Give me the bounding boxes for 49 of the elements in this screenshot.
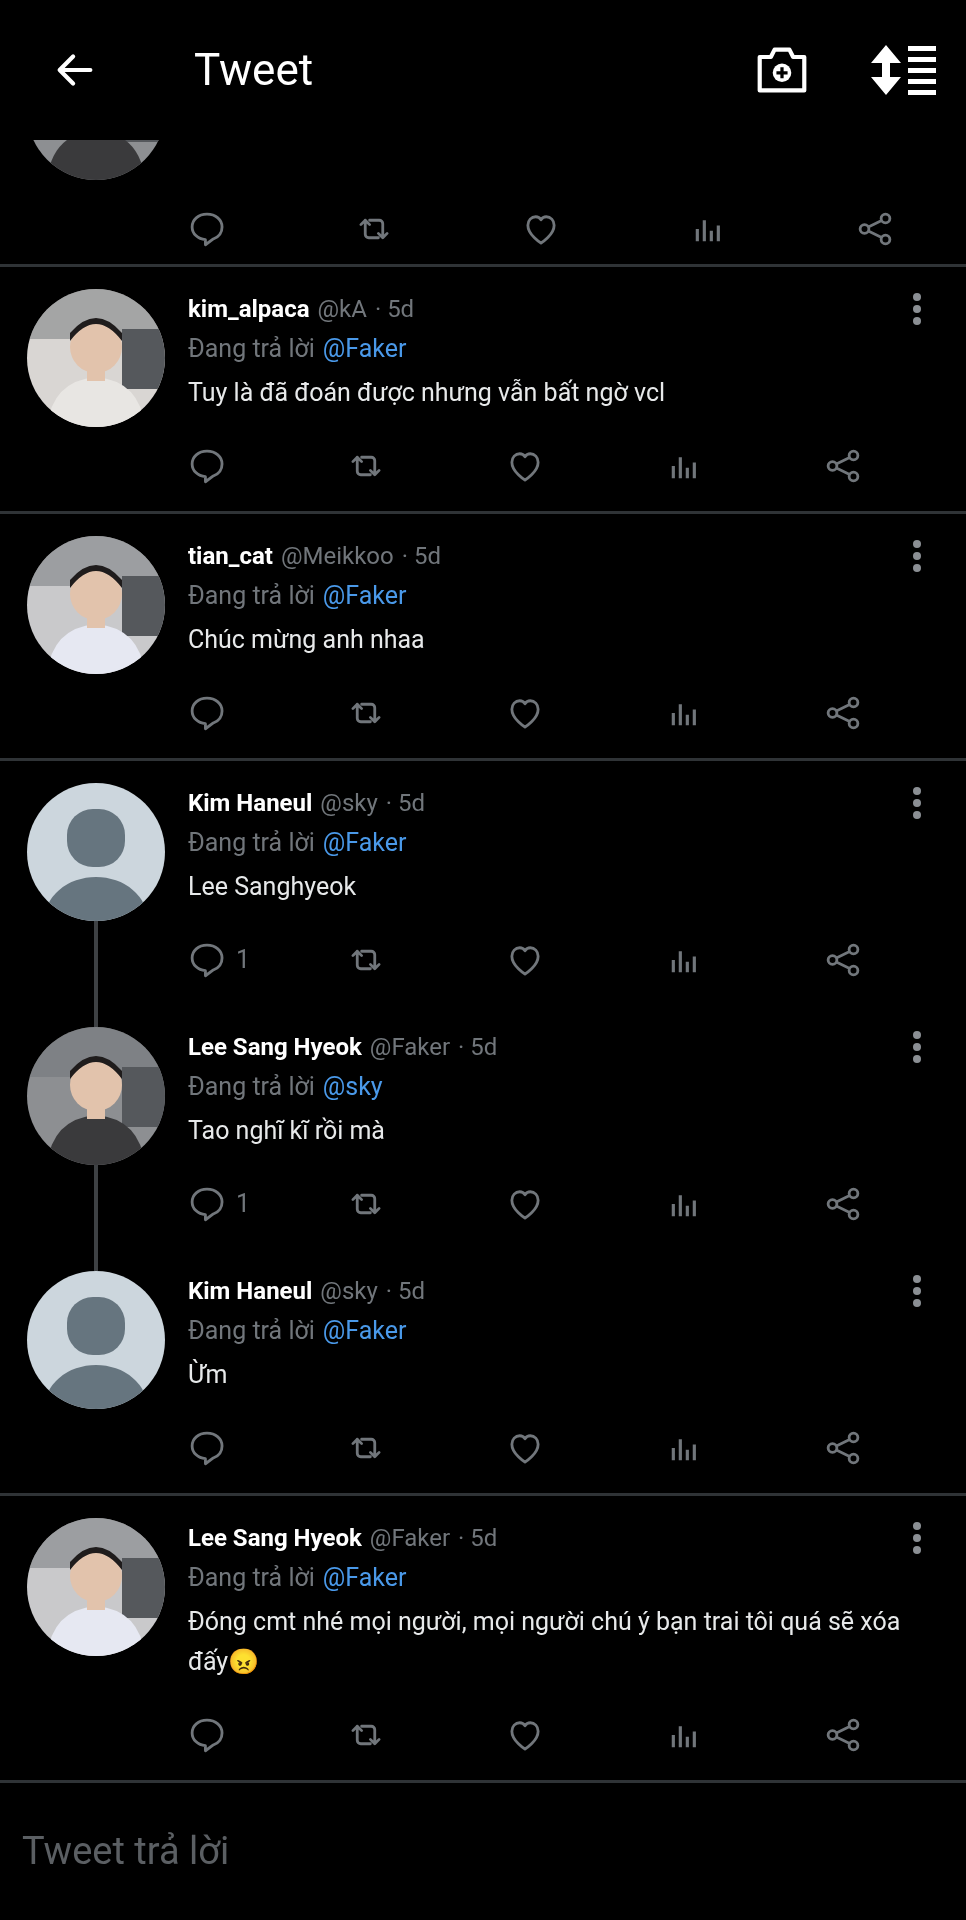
more-vertical-icon[interactable] <box>912 1521 922 1555</box>
reply-input-field[interactable]: Tweet trả lời <box>22 1823 944 1880</box>
replying-label: Đang trả lời <box>188 827 315 860</box>
display-name: tian_cat <box>188 541 273 572</box>
replying-label: Đang trả lời <box>188 580 315 613</box>
display-name: Kim Haneul <box>188 788 313 819</box>
tweet-text: Đóng cmt nhé mọi người, mọi người chú ý bạn trai tôi quá sẽ xóa đấy😠 <box>188 1606 902 1678</box>
reply-button[interactable]: 1 <box>186 939 251 981</box>
replying-label: Đang trả lời <box>188 1562 315 1595</box>
user-handle: @Meikkoo <box>280 541 394 572</box>
timestamp: · 5d <box>401 541 441 572</box>
timestamp: · 5d <box>458 1523 498 1554</box>
more-vertical-icon[interactable] <box>912 1030 922 1064</box>
mention-link[interactable]: @Faker <box>322 330 407 368</box>
tweet-text: Tao nghĩ kĩ rồi mà <box>188 1115 386 1147</box>
replying-label: Đang trả lời <box>188 1315 315 1348</box>
more-vertical-icon[interactable] <box>912 539 922 573</box>
timestamp: · 5d <box>385 788 426 819</box>
replying-label: Đang trả lời <box>188 1071 315 1104</box>
mention-link[interactable]: @Faker <box>322 1312 407 1350</box>
user-handle: @Faker <box>369 1523 451 1554</box>
user-handle: @sky <box>320 1276 378 1307</box>
page-title: Tweet <box>194 43 314 98</box>
display-name: Kim Haneul <box>188 1276 313 1307</box>
reply-count: 1 <box>236 1188 251 1221</box>
timestamp: · 5d <box>458 1032 498 1063</box>
mention-link[interactable]: @sky <box>322 1068 383 1106</box>
user-handle: @Faker <box>369 1032 451 1063</box>
replying-label: Đang trả lời <box>188 333 315 366</box>
mention-link[interactable]: @Faker <box>322 577 407 615</box>
mention-link[interactable]: @Faker <box>322 1559 407 1597</box>
display-name: kim_alpaca <box>188 294 310 325</box>
timestamp: · 5d <box>385 1276 426 1307</box>
tweet-text: Lee Sanghyeok <box>188 871 358 903</box>
user-handle: @kA <box>317 294 367 325</box>
tweet-text: Ừm <box>188 1358 229 1391</box>
display-name: Lee Sang Hyeok <box>188 1523 362 1554</box>
tweet-text: Chúc mừng anh nhaa <box>188 624 426 656</box>
tweet-text: Tuy là đã đoán được nhưng vẫn bất ngờ vcl <box>188 377 667 409</box>
mention-link[interactable]: @Faker <box>322 824 407 862</box>
reply-button[interactable]: 1 <box>186 1183 251 1225</box>
timestamp: · 5d <box>374 294 415 325</box>
sort-icon[interactable] <box>870 45 936 95</box>
more-vertical-icon[interactable] <box>912 1274 922 1308</box>
reply-count: 1 <box>236 944 251 977</box>
user-handle: @sky <box>320 788 378 819</box>
more-vertical-icon[interactable] <box>912 292 922 326</box>
more-vertical-icon[interactable] <box>912 786 922 820</box>
display-name: Lee Sang Hyeok <box>188 1032 362 1063</box>
